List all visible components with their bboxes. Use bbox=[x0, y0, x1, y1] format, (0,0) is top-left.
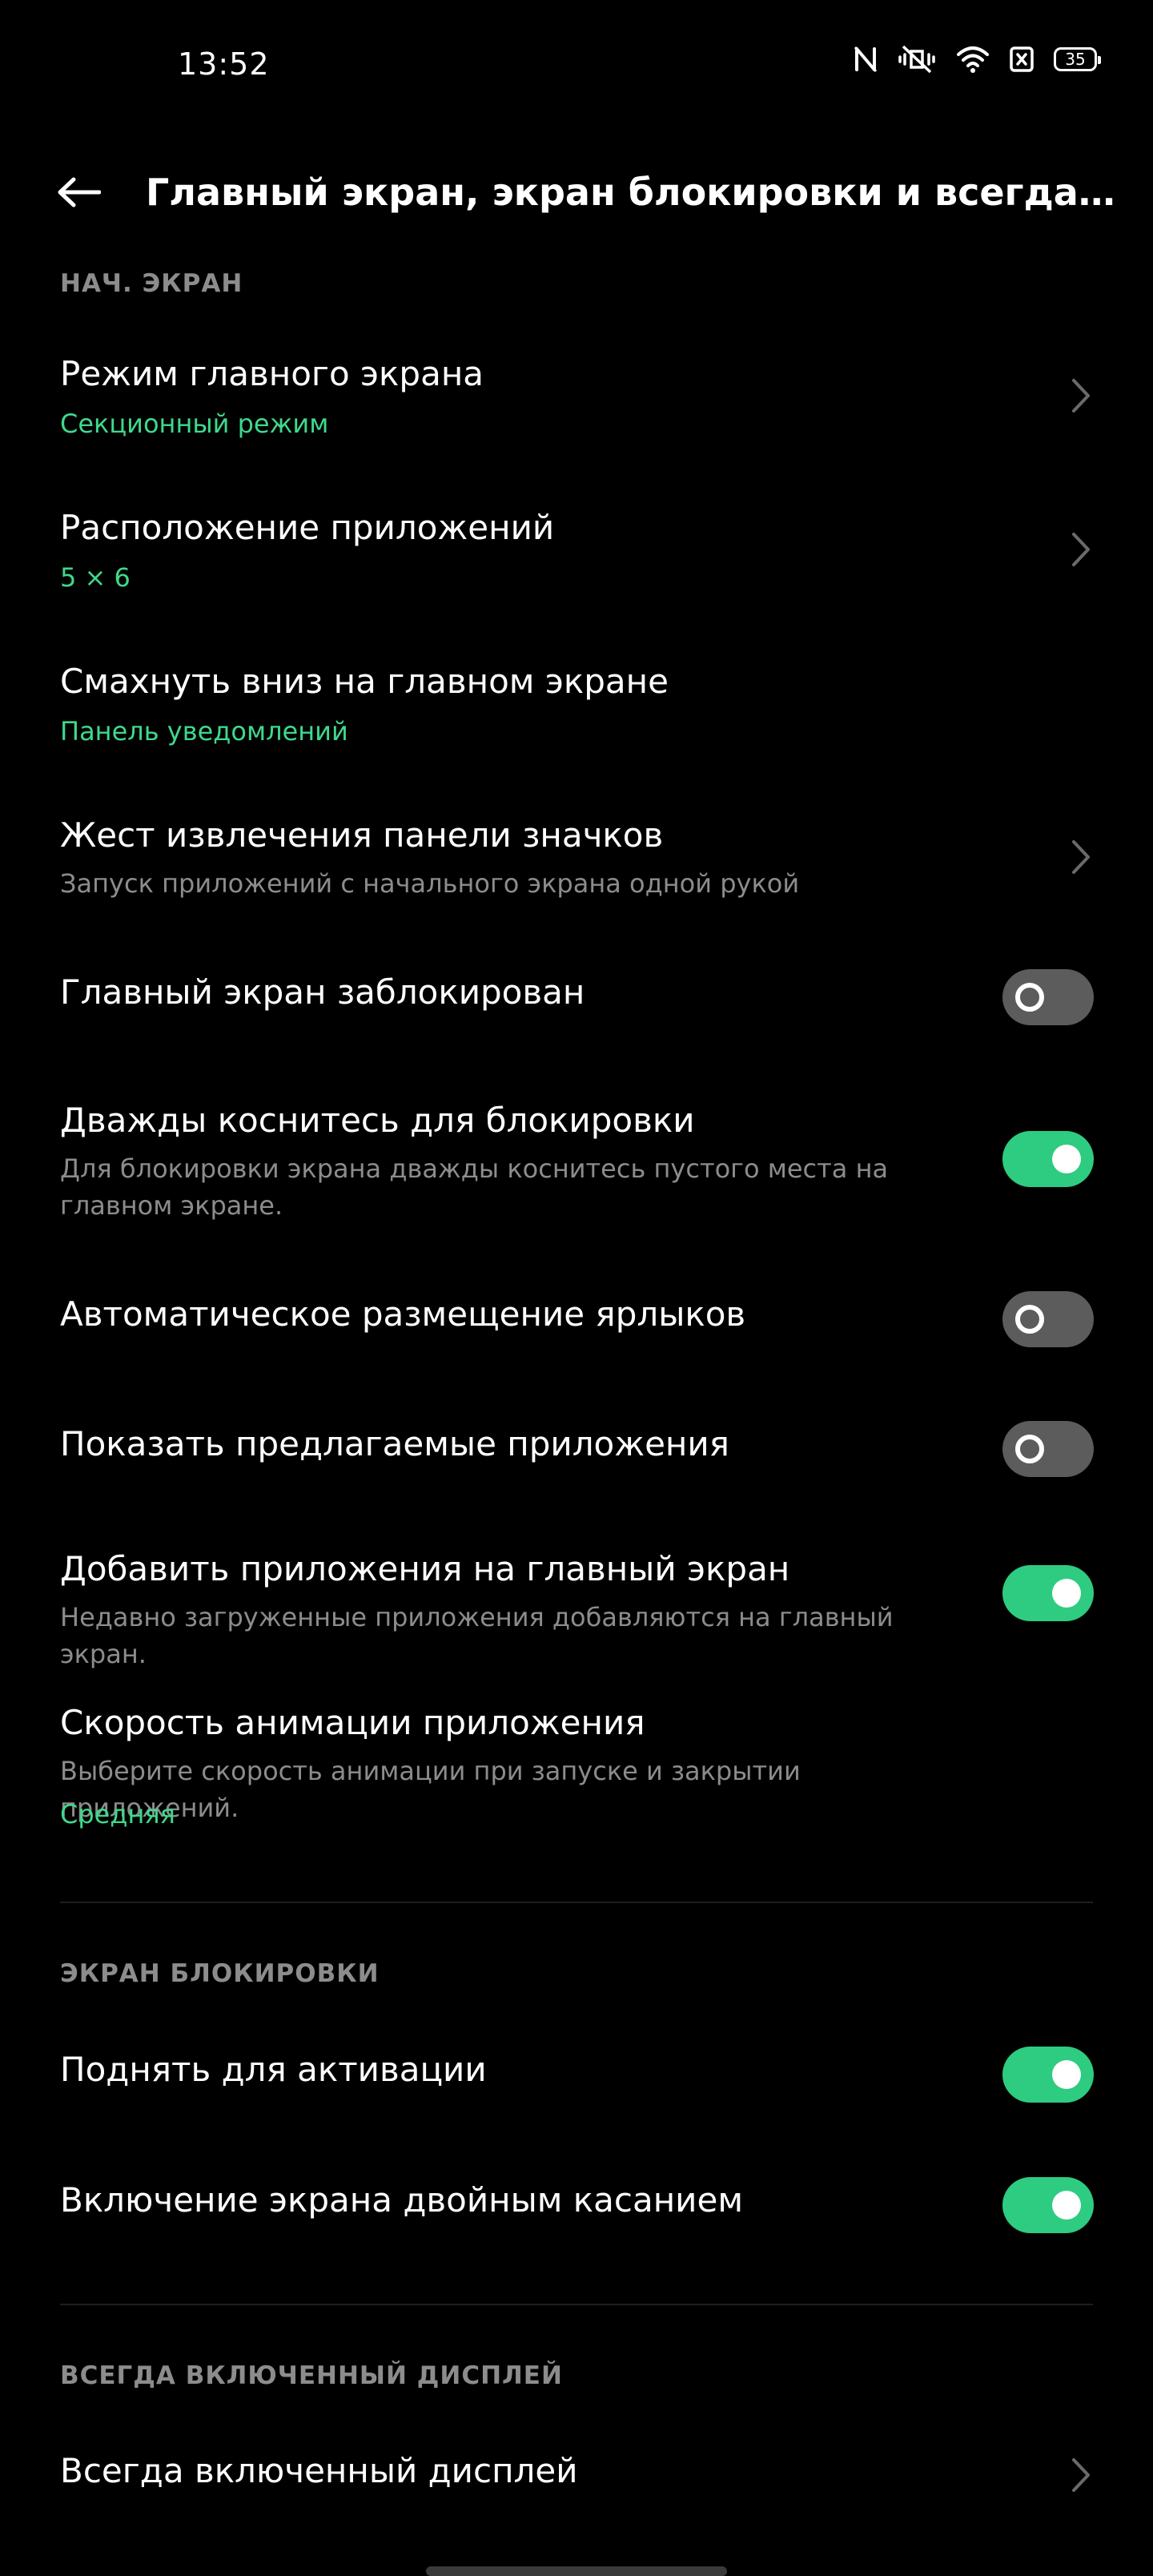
setting-subtitle: Выберите скорость анимации при запуске и… bbox=[60, 1756, 801, 1823]
home-indicator[interactable] bbox=[426, 2566, 727, 2576]
double-tap-lock-toggle[interactable] bbox=[1002, 1131, 1094, 1187]
setting-subtitle: Запуск приложений с начального экрана од… bbox=[60, 868, 800, 899]
setting-title: Смахнуть вниз на главном экране bbox=[60, 662, 669, 701]
vibrate-mute-icon bbox=[897, 45, 937, 74]
section-header-lock: ЭКРАН БЛОКИРОВКИ bbox=[60, 1959, 380, 1988]
toggle-knob bbox=[1015, 1305, 1044, 1334]
toggle-knob bbox=[1015, 1435, 1044, 1463]
section-header-home: НАЧ. ЭКРАН bbox=[60, 269, 243, 298]
setting-title: Всегда включенный дисплей bbox=[60, 2451, 578, 2490]
setting-animation-speed[interactable]: Скорость анимации приложения Выберите ск… bbox=[0, 1700, 1153, 1844]
page-title: Главный экран, экран блокировки и всегда… bbox=[146, 171, 1123, 214]
home-locked-toggle[interactable] bbox=[1002, 969, 1094, 1025]
setting-home-locked[interactable]: Главный экран заблокирован bbox=[0, 961, 1153, 1033]
toggle-knob bbox=[1052, 2191, 1081, 2220]
sim-missing-icon bbox=[1009, 46, 1034, 73]
toggle-knob bbox=[1052, 1579, 1081, 1608]
setting-home-mode[interactable]: Режим главного экрана Секционный режим bbox=[0, 336, 1153, 465]
suggested-apps-toggle[interactable] bbox=[1002, 1421, 1094, 1477]
chevron-right-icon bbox=[1065, 525, 1097, 574]
setting-value: 5 × 6 bbox=[60, 562, 131, 593]
toggle-knob bbox=[1052, 2060, 1081, 2089]
setting-subtitle: Для блокировки экрана дважды коснитесь п… bbox=[60, 1153, 889, 1221]
setting-double-tap-wake[interactable]: Включение экрана двойным касанием bbox=[0, 2169, 1153, 2241]
back-button[interactable] bbox=[40, 163, 117, 221]
setting-double-tap-lock[interactable]: Дважды коснитесь для блокировки Для блок… bbox=[0, 1097, 1153, 1234]
setting-title: Показать предлагаемые приложения bbox=[60, 1424, 729, 1463]
setting-add-to-home[interactable]: Добавить приложения на главный экран Нед… bbox=[0, 1546, 1153, 1669]
chevron-right-icon bbox=[1065, 372, 1097, 420]
app-header: Главный экран, экран блокировки и всегда… bbox=[0, 152, 1153, 232]
chevron-right-icon bbox=[1065, 2451, 1097, 2499]
battery-level: 35 bbox=[1065, 50, 1086, 69]
setting-title: Главный экран заблокирован bbox=[60, 972, 585, 1012]
setting-swipe-down[interactable]: Смахнуть вниз на главном экране Панель у… bbox=[0, 644, 1153, 772]
setting-title: Включение экрана двойным касанием bbox=[60, 2180, 744, 2220]
section-divider bbox=[60, 1902, 1093, 1903]
setting-title: Скорость анимации приложения bbox=[60, 1703, 645, 1742]
setting-subtitle: Недавно загруженные приложения добавляют… bbox=[60, 1602, 894, 1669]
add-to-home-toggle[interactable] bbox=[1002, 1565, 1094, 1621]
setting-title: Автоматическое размещение ярлыков bbox=[60, 1294, 746, 1334]
setting-auto-shortcuts[interactable]: Автоматическое размещение ярлыков bbox=[0, 1283, 1153, 1355]
status-bar: 13:52 35 bbox=[0, 0, 1153, 131]
setting-value: Секционный режим bbox=[60, 409, 329, 439]
setting-title: Расположение приложений bbox=[60, 508, 555, 547]
setting-raise-to-wake[interactable]: Поднять для активации bbox=[0, 2039, 1153, 2111]
setting-title: Добавить приложения на главный экран bbox=[60, 1549, 790, 1588]
arrow-left-icon bbox=[58, 177, 101, 207]
wifi-icon bbox=[956, 46, 990, 73]
setting-title: Поднять для активации bbox=[60, 2050, 487, 2089]
section-header-aod: ВСЕГДА ВКЛЮЧЕННЫЙ ДИСПЛЕЙ bbox=[60, 2361, 563, 2390]
setting-title: Режим главного экрана bbox=[60, 354, 484, 393]
setting-app-layout[interactable]: Расположение приложений 5 × 6 bbox=[0, 490, 1153, 618]
setting-dock-gesture[interactable]: Жест извлечения панели значков Запуск пр… bbox=[0, 798, 1153, 926]
setting-suggested-apps[interactable]: Показать предлагаемые приложения bbox=[0, 1413, 1153, 1485]
toggle-knob bbox=[1015, 983, 1044, 1012]
toggle-knob bbox=[1052, 1145, 1081, 1173]
section-divider bbox=[60, 2304, 1093, 2305]
double-tap-wake-toggle[interactable] bbox=[1002, 2177, 1094, 2233]
auto-shortcuts-toggle[interactable] bbox=[1002, 1291, 1094, 1347]
setting-title: Дважды коснитесь для блокировки bbox=[60, 1101, 695, 1140]
setting-value: Средняя bbox=[60, 1799, 175, 1829]
status-icons: 35 bbox=[854, 45, 1101, 74]
raise-to-wake-toggle[interactable] bbox=[1002, 2047, 1094, 2103]
nfc-icon bbox=[854, 46, 878, 73]
status-time: 13:52 bbox=[178, 46, 270, 82]
setting-value: Панель уведомлений bbox=[60, 716, 348, 747]
chevron-right-icon bbox=[1065, 833, 1097, 881]
battery-icon: 35 bbox=[1054, 47, 1101, 71]
setting-title: Жест извлечения панели значков bbox=[60, 815, 664, 855]
setting-always-on-display[interactable]: Всегда включенный дисплей bbox=[0, 2440, 1153, 2512]
